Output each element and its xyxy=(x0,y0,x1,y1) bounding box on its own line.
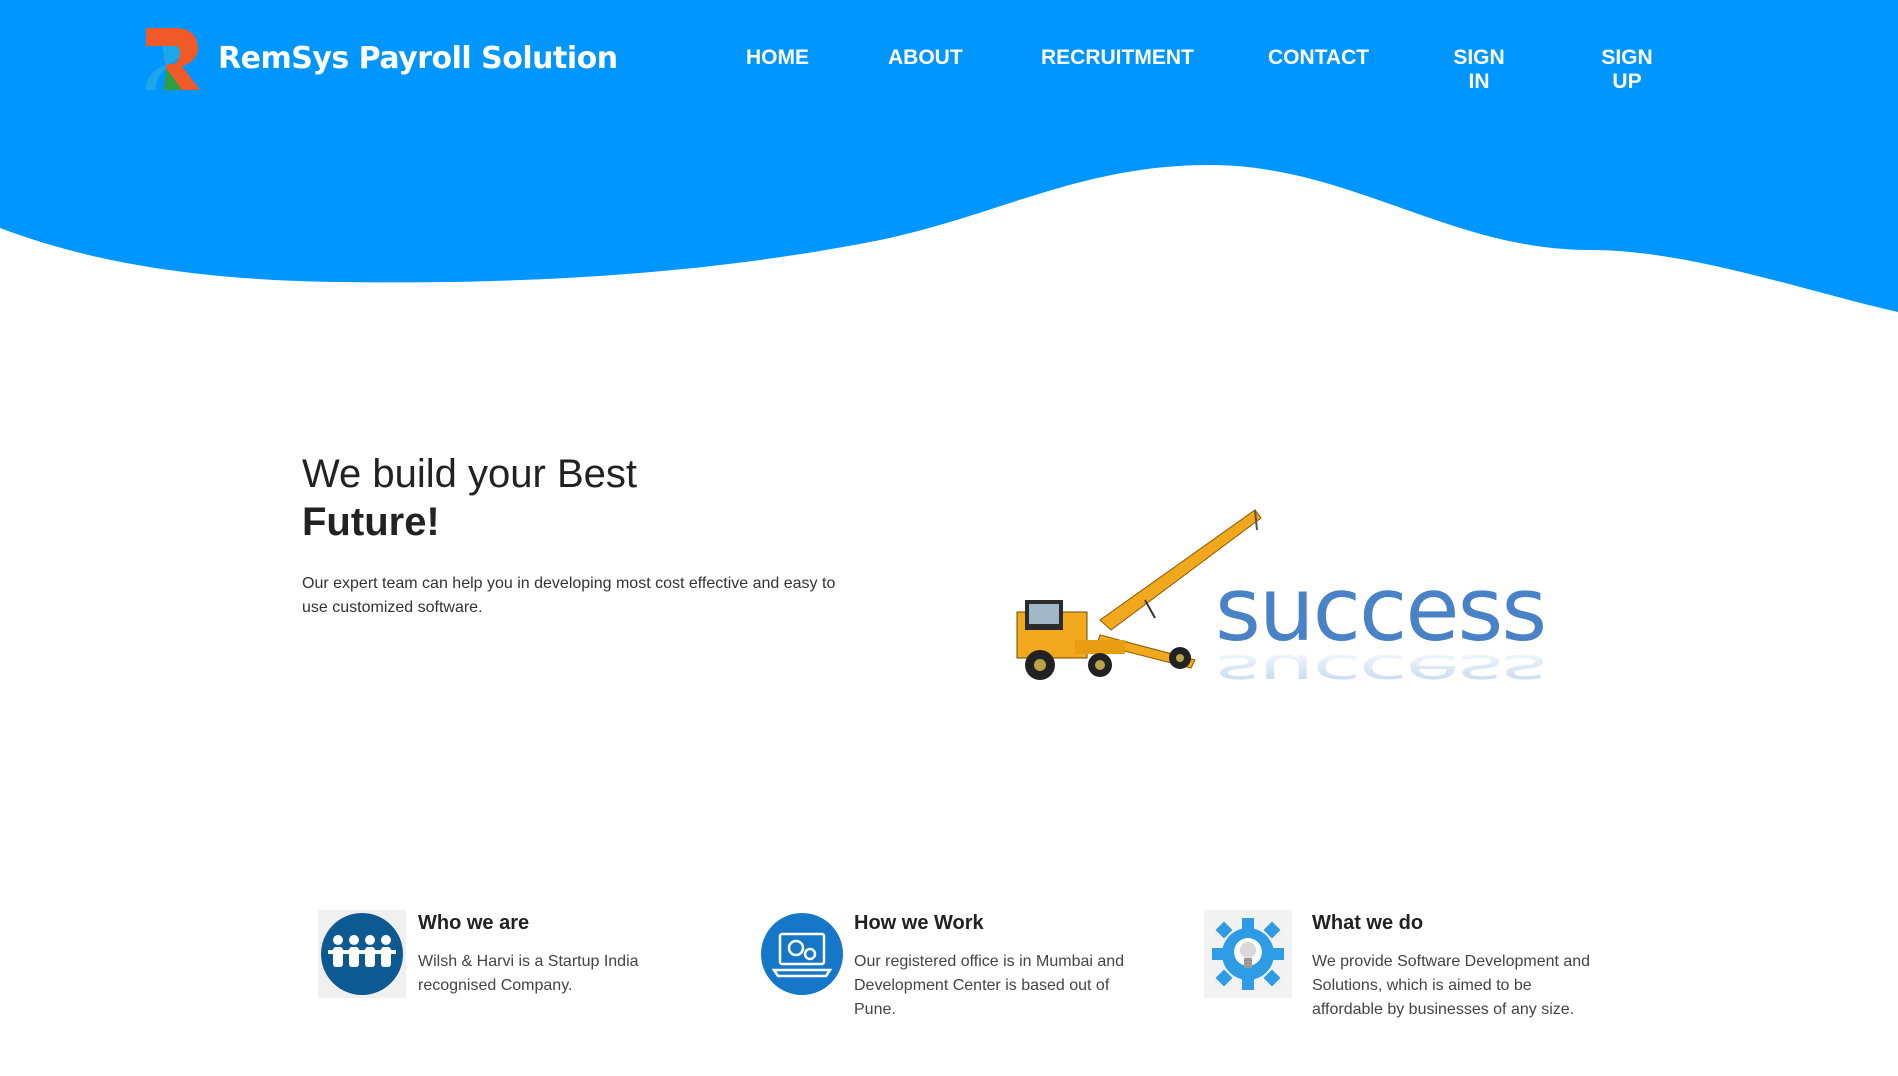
success-illustration: success success xyxy=(1016,509,1547,695)
laptop-gears-icon xyxy=(761,913,843,995)
success-word: success success xyxy=(1215,558,1547,695)
team-people-icon xyxy=(318,910,406,998)
feature-title: How we Work xyxy=(854,912,984,934)
main-nav: HOME ABOUT RECRUITMENT CONTACT SIGN IN SI… xyxy=(0,46,1898,106)
nav-sign-up[interactable]: SIGN UP xyxy=(1592,46,1662,94)
nav-sign-in[interactable]: SIGN IN xyxy=(1444,46,1514,94)
nav-recruitment[interactable]: RECRUITMENT xyxy=(1041,46,1194,70)
feature-title: Who we are xyxy=(418,912,530,934)
nav-about[interactable]: ABOUT xyxy=(888,46,963,70)
feature-title: What we do xyxy=(1312,912,1424,934)
hero-title: We build your Best Future! xyxy=(302,450,637,546)
hero-subtitle: Our expert team can help you in developi… xyxy=(302,575,836,616)
feature-text: Our registered office is in Mumbai and D… xyxy=(854,953,1125,1018)
hero-title-line2: Future! xyxy=(302,500,440,544)
feature-text: Wilsh & Harvi is a Startup India recogni… xyxy=(418,953,639,994)
feature-text: We provide Software Development and Solu… xyxy=(1312,953,1591,1018)
nav-home[interactable]: HOME xyxy=(746,46,809,70)
nav-contact[interactable]: CONTACT xyxy=(1268,46,1369,70)
hero-title-line1: We build your Best xyxy=(302,452,637,496)
gear-bulb-icon xyxy=(1204,910,1292,998)
svg-text:success: success xyxy=(1215,644,1545,695)
